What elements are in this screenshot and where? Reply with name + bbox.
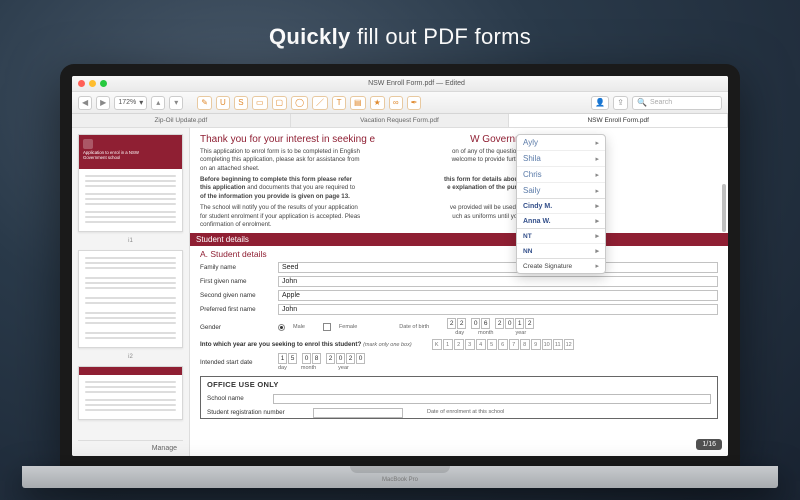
input-second[interactable]: Apple <box>278 290 718 301</box>
chevron-right-icon: ▸ <box>595 139 599 147</box>
highlight-tool-button[interactable]: ▭ <box>252 96 268 110</box>
sig-option[interactable]: NN▸ <box>517 243 605 258</box>
close-icon[interactable] <box>78 80 85 87</box>
doc-heading: Thank you for your interest in seeking e… <box>200 134 718 145</box>
marketing-headline: Quickly fill out PDF forms <box>0 24 800 50</box>
window-title: NSW Enroll Form.pdf — Edited <box>111 80 722 87</box>
oval-tool-button[interactable]: ◯ <box>291 96 308 110</box>
radio-female[interactable] <box>323 323 331 331</box>
signature-menu: Ayly▸ Shila▸ Chris▸ Saily▸ Cindy M.▸ Ann… <box>516 134 606 274</box>
input-pref[interactable]: John <box>278 304 718 315</box>
sig-option[interactable]: Cindy M.▸ <box>517 199 605 213</box>
enrol-year-boxes[interactable]: K123456789101112 <box>432 339 574 350</box>
subheading-a: A. Student details <box>200 249 718 259</box>
label-first: First given name <box>200 278 272 285</box>
zoomwin-icon[interactable] <box>100 80 107 87</box>
input-schoolname[interactable] <box>273 394 711 404</box>
tab-nsw-enroll[interactable]: NSW Enroll Form.pdf <box>509 114 728 127</box>
input-first[interactable]: John <box>278 276 718 287</box>
input-family[interactable]: Seed <box>278 262 718 273</box>
nav-down-button[interactable]: ▾ <box>169 96 183 110</box>
nav-fwd-button[interactable]: ▶ <box>96 96 110 110</box>
window-titlebar: NSW Enroll Form.pdf — Edited <box>72 76 728 92</box>
office-use-box: OFFICE USE ONLY School name Student regi… <box>200 376 718 419</box>
thumb2-label: i2 <box>78 354 183 360</box>
intended-cells[interactable]: 15 08 2020 <box>278 353 365 364</box>
text-tool-button[interactable]: T <box>332 96 346 110</box>
sig-option[interactable]: Ayly▸ <box>517 135 605 150</box>
manage-button[interactable]: Manage <box>78 440 183 456</box>
page-thumb-3[interactable] <box>78 366 183 420</box>
minimize-icon[interactable] <box>89 80 96 87</box>
share-button[interactable]: ⇪ <box>613 96 628 110</box>
doc-notify: The school will notify you of the result… <box>200 204 718 229</box>
strike-tool-button[interactable]: S <box>234 96 248 110</box>
label-enrol-year: Into which year are you seeking to enrol… <box>200 341 361 348</box>
thumb1-label: i1 <box>78 238 183 244</box>
doc-intro: This application to enrol form is to be … <box>200 148 718 173</box>
pen-tool-button[interactable]: ✎ <box>197 96 212 110</box>
thumb1-title: Application to enrol in a NSW Government… <box>83 151 152 161</box>
label-family: Family name <box>200 264 272 271</box>
dob-cells[interactable]: 22 06 2012 <box>447 318 534 329</box>
document-tabs: Zip-Oil Update.pdf Vacation Request Form… <box>72 114 728 128</box>
sig-option[interactable]: Shila▸ <box>517 150 605 166</box>
stamp-tool-button[interactable]: ★ <box>370 96 385 110</box>
sig-option[interactable]: Chris▸ <box>517 166 605 182</box>
line-tool-button[interactable]: ／ <box>312 96 328 110</box>
sig-option[interactable]: Anna W.▸ <box>517 213 605 228</box>
toolbar: ◀ ▶ 172%▾ ▴ ▾ ✎ U S ▭ ▢ ◯ ／ T ▤ ★ ∞ ✒ 👤 <box>72 92 728 114</box>
label-pref: Preferred first name <box>200 306 272 313</box>
page-thumb-2[interactable] <box>78 250 183 348</box>
label-second: Second given name <box>200 292 272 299</box>
tab-zipoil[interactable]: Zip-Oil Update.pdf <box>72 114 291 127</box>
signature-tool-button[interactable]: ✒ <box>407 96 422 110</box>
label-dob: Date of birth <box>399 324 429 330</box>
tab-vacation[interactable]: Vacation Request Form.pdf <box>291 114 510 127</box>
document-view[interactable]: Thank you for your interest in seeking e… <box>190 128 728 456</box>
laptop-frame: NSW Enroll Form.pdf — Edited ◀ ▶ 172%▾ ▴… <box>60 64 740 488</box>
note-tool-button[interactable]: ▤ <box>350 96 366 110</box>
search-input[interactable]: 🔍Search <box>632 96 722 110</box>
page-thumb-1[interactable]: Application to enrol in a NSW Government… <box>78 134 183 232</box>
sig-option[interactable]: Saily▸ <box>517 182 605 198</box>
radio-male[interactable] <box>278 324 285 331</box>
gov-logo-icon <box>83 139 93 149</box>
sig-option[interactable]: NT▸ <box>517 229 605 243</box>
scrollbar-thumb[interactable] <box>722 184 726 232</box>
label-intended: Intended start date <box>200 359 272 366</box>
zoom-select[interactable]: 172%▾ <box>114 96 147 110</box>
nav-up-button[interactable]: ▴ <box>151 96 165 110</box>
section-student-details: Student details <box>190 233 728 246</box>
underline-tool-button[interactable]: U <box>216 96 230 110</box>
laptop-label: MacBook Pro <box>22 477 778 483</box>
user-button[interactable]: 👤 <box>591 96 609 110</box>
link-tool-button[interactable]: ∞ <box>389 96 403 110</box>
create-signature[interactable]: Create Signature▸ <box>517 259 605 273</box>
nav-back-button[interactable]: ◀ <box>78 96 92 110</box>
rect-tool-button[interactable]: ▢ <box>272 96 288 110</box>
label-gender: Gender <box>200 324 272 331</box>
doc-bold-note: Before beginning to complete this form p… <box>200 176 718 201</box>
app-window: NSW Enroll Form.pdf — Edited ◀ ▶ 172%▾ ▴… <box>72 76 728 456</box>
input-srn[interactable] <box>313 408 403 418</box>
search-icon: 🔍 <box>637 99 647 107</box>
thumbnail-sidebar: Application to enrol in a NSW Government… <box>72 128 190 456</box>
page-indicator: 1/16 <box>696 439 722 450</box>
